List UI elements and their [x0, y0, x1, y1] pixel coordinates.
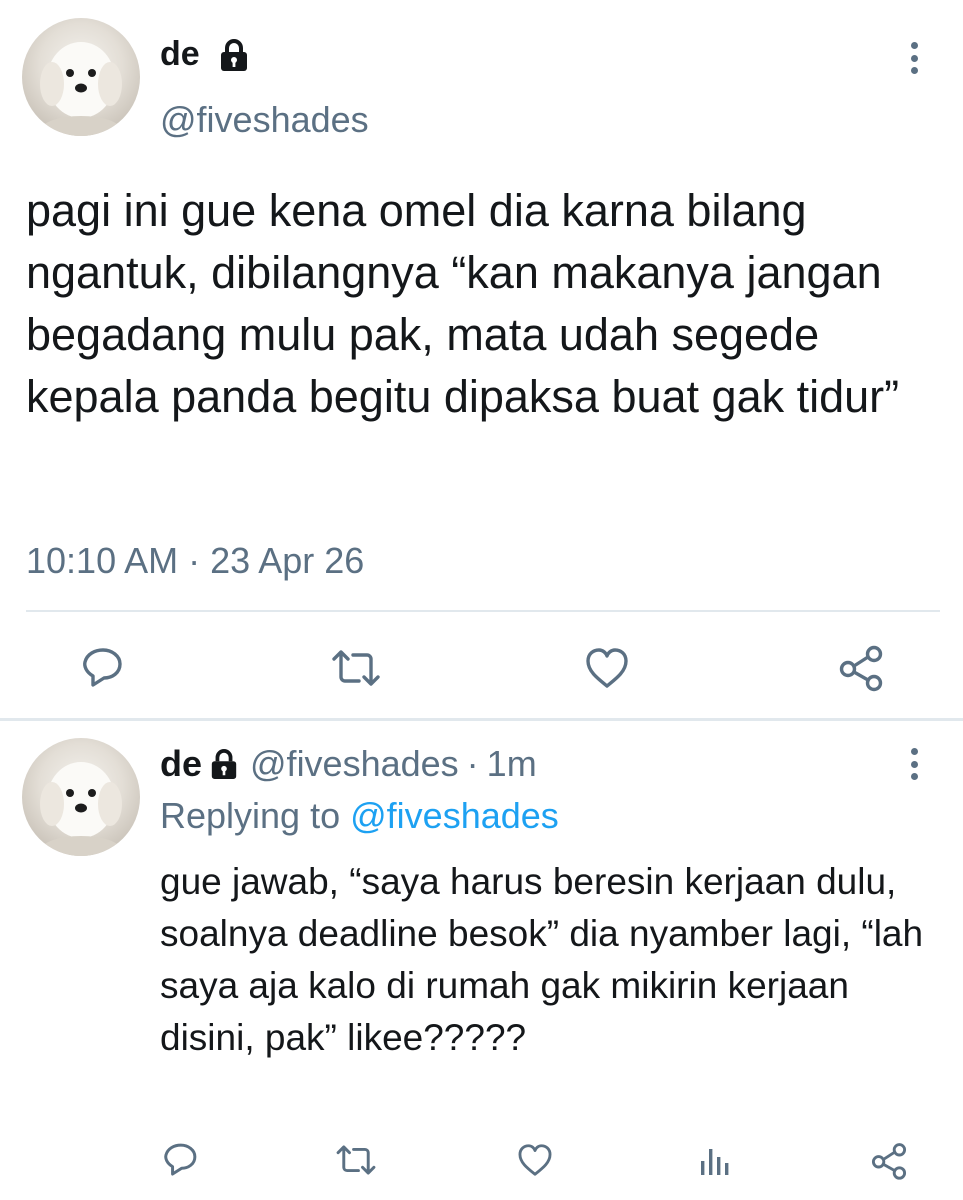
more-vertical-icon[interactable]	[909, 42, 919, 74]
lock-icon	[208, 747, 240, 781]
like-icon[interactable]	[582, 643, 632, 693]
tweet-timestamp: 10:10 AM · 23 Apr 26	[26, 538, 364, 584]
replying-to-label: Replying to	[160, 795, 341, 836]
share-icon[interactable]	[868, 1140, 910, 1182]
avatar[interactable]	[22, 738, 140, 856]
divider	[26, 610, 940, 612]
tweet-time: 10:10 AM	[26, 540, 179, 581]
reply-icon[interactable]	[77, 643, 127, 693]
tweet-text: pagi ini gue kena omel dia karna bilang …	[26, 185, 900, 422]
timestamp-separator: ·	[188, 540, 201, 581]
reply-header: de @fiveshades · 1m	[160, 742, 537, 786]
retweet-icon[interactable]	[333, 1140, 379, 1180]
reply-text: gue jawab, “saya harus beresin kerjaan d…	[160, 861, 924, 1058]
reply-age: 1m	[486, 743, 537, 784]
display-name[interactable]: de	[160, 742, 202, 786]
more-vertical-icon[interactable]	[909, 748, 919, 780]
user-handle[interactable]: @fiveshades	[160, 98, 369, 142]
share-icon[interactable]	[835, 642, 887, 694]
display-name[interactable]: de	[160, 34, 200, 74]
like-icon[interactable]	[515, 1140, 555, 1180]
header-separator: ·	[466, 743, 479, 784]
user-handle[interactable]: @fiveshades	[250, 742, 459, 786]
reply-icon[interactable]	[160, 1140, 200, 1180]
divider	[0, 718, 963, 721]
avatar[interactable]	[22, 18, 140, 136]
analytics-icon[interactable]	[694, 1140, 734, 1180]
lock-icon	[217, 38, 251, 72]
dog-avatar-image	[40, 42, 122, 136]
replying-to-line: Replying to @fiveshades	[160, 794, 559, 838]
replying-to-link[interactable]: @fiveshades	[350, 795, 559, 836]
retweet-icon[interactable]	[328, 643, 384, 693]
dog-avatar-image	[40, 762, 122, 856]
tweet-date: 23 Apr 26	[210, 540, 365, 581]
